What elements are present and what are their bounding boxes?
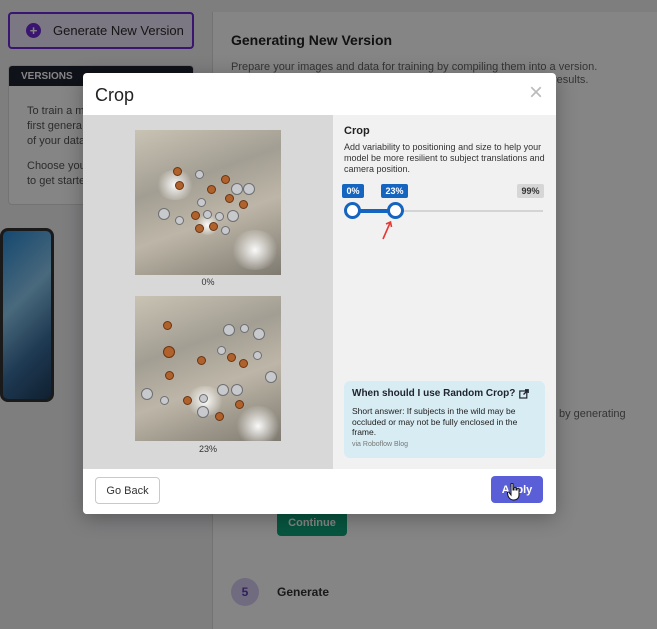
modal-footer: Go Back Apply [83,469,556,514]
close-icon[interactable]: × [526,81,546,105]
slider-value-label: 23% [381,184,408,198]
modal-title: Crop [95,85,135,105]
slider-max-label: 99% [517,184,544,198]
external-link-icon [519,388,530,399]
info-card-source: via Roboflow Blog [352,440,409,448]
slider-value-handle[interactable] [387,202,404,219]
random-crop-info-card[interactable]: When should I use Random Crop? Short ans… [344,381,545,458]
slider-min-handle[interactable] [344,202,361,219]
hand-cursor-icon [507,483,520,501]
info-card-title[interactable]: When should I use Random Crop? [352,388,537,399]
preview-image-current [135,296,281,441]
preview-label-min: 0% [201,277,215,287]
crop-settings-panel: Crop Add variability to positioning and … [333,115,556,469]
info-card-text: Short answer: If subjects in the wild ma… [352,406,518,437]
crop-modal: Crop × 0% 23% Crop Add variability to po… [83,73,556,514]
preview-label-current: 23% [198,444,217,454]
go-back-button[interactable]: Go Back [95,477,160,504]
preview-panel: 0% 23% [83,115,333,469]
pointer-arrow-icon [382,220,393,240]
crop-settings-description: Add variability to positioning and size … [344,142,545,174]
preview-image-min [135,130,281,275]
crop-settings-title: Crop [344,125,370,137]
slider-min-label: 0% [342,184,364,198]
